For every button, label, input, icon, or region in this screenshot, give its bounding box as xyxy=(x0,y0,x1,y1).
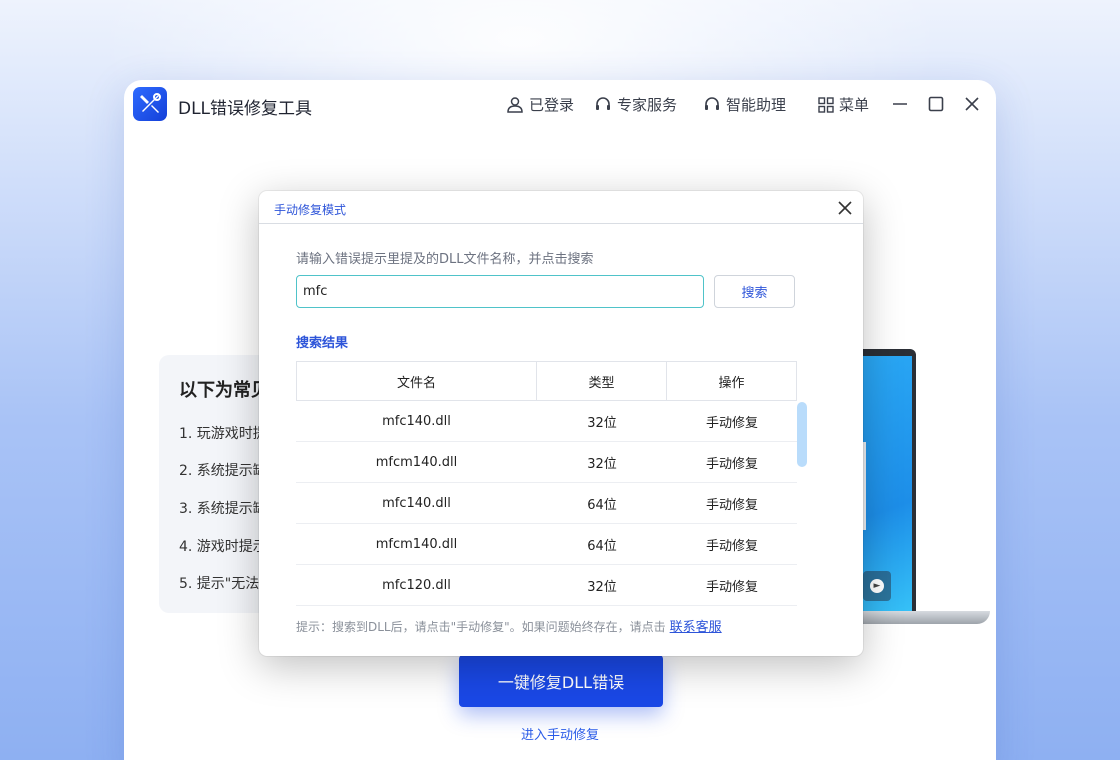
cell-type: 32位 xyxy=(587,415,617,431)
results-title: 搜索结果 xyxy=(296,336,349,351)
manual-repair-dialog: 手动修复模式 请输入错误提示里提及的DLL文件名称，并点击搜索 搜索 搜索结果 … xyxy=(259,191,863,656)
menu-label: 菜单 xyxy=(839,96,870,114)
dialog-close-button[interactable] xyxy=(835,198,855,218)
dll-search-input[interactable] xyxy=(296,275,704,308)
expert-service-button[interactable]: 专家服务 xyxy=(594,94,677,115)
headset-icon xyxy=(705,96,719,110)
table-row: mfc140.dll 64位 手动修复 xyxy=(296,483,797,524)
column-header-type: 类型 xyxy=(537,361,667,401)
close-icon xyxy=(965,97,979,111)
app-title: DLL错误修复工具 xyxy=(178,99,313,119)
common-error-item: 2. 系统提示缺 xyxy=(179,463,267,479)
cell-type: 32位 xyxy=(587,579,617,595)
column-header-action: 操作 xyxy=(667,361,797,401)
carousel-next-button[interactable]: ► xyxy=(863,571,891,601)
table-row: mfc120.dll 32位 手动修复 xyxy=(296,565,797,606)
common-errors-heading: 以下为常见 xyxy=(179,380,269,401)
cell-filename: mfcm140.dll xyxy=(375,454,458,470)
smart-assistant-button[interactable]: 智能助理 xyxy=(703,94,786,115)
cell-type: 64位 xyxy=(587,497,617,513)
column-header-filename: 文件名 xyxy=(296,361,537,401)
common-error-item: 3. 系统提示缺 xyxy=(179,501,267,517)
maximize-icon xyxy=(928,96,944,112)
common-error-item: 5. 提示"无法 xyxy=(179,576,260,592)
table-body: mfc140.dll 32位 手动修复 mfcm140.dll 32位 手动修复… xyxy=(296,401,797,606)
results-scrollbar[interactable] xyxy=(797,402,807,467)
manual-repair-action[interactable]: 手动修复 xyxy=(667,483,797,523)
cell-filename: mfc140.dll xyxy=(382,495,451,511)
cell-filename: mfc120.dll xyxy=(382,577,451,593)
login-status-button[interactable]: 已登录 xyxy=(506,94,574,115)
grid-icon xyxy=(818,96,834,113)
titlebar: DLL错误修复工具 已登录 专家服务 智能助理 菜单 xyxy=(124,80,996,128)
contact-support-link[interactable]: 联系客服 xyxy=(670,620,722,635)
headset-icon xyxy=(596,96,610,110)
tools-icon xyxy=(140,93,161,113)
cell-filename: mfcm140.dll xyxy=(375,536,458,552)
table-header: 文件名 类型 操作 xyxy=(296,361,797,401)
search-button[interactable]: 搜索 xyxy=(714,275,795,308)
chevron-right-icon: ► xyxy=(870,579,884,593)
smart-assistant-label: 智能助理 xyxy=(726,96,787,114)
one-click-repair-button[interactable]: 一键修复DLL错误 xyxy=(459,655,663,707)
manual-repair-action[interactable]: 手动修复 xyxy=(667,524,797,564)
cell-filename: mfc140.dll xyxy=(382,413,451,429)
app-logo xyxy=(133,87,167,121)
common-error-item: 1. 玩游戏时提 xyxy=(179,426,267,442)
menu-button[interactable]: 菜单 xyxy=(818,94,869,115)
close-button[interactable] xyxy=(960,92,984,116)
manual-repair-action[interactable]: 手动修复 xyxy=(667,442,797,482)
cell-type: 64位 xyxy=(587,538,617,554)
expert-service-label: 专家服务 xyxy=(617,96,678,114)
dialog-hint: 提示：搜索到DLL后，请点击"手动修复"。如果问题始终存在，请点击 联系客服 xyxy=(296,616,722,635)
table-row: mfcm140.dll 64位 手动修复 xyxy=(296,524,797,565)
user-icon xyxy=(507,96,523,113)
maximize-button[interactable] xyxy=(924,92,948,116)
table-row: mfc140.dll 32位 手动修复 xyxy=(296,401,797,442)
hint-text: 提示：搜索到DLL后，请点击"手动修复"。如果问题始终存在，请点击 xyxy=(296,620,666,634)
dialog-title: 手动修复模式 xyxy=(274,203,347,217)
common-error-item: 4. 游戏时提示 xyxy=(179,539,267,555)
manual-repair-link[interactable]: 进入手动修复 xyxy=(521,724,599,743)
table-row: mfcm140.dll 32位 手动修复 xyxy=(296,442,797,483)
minimize-button[interactable] xyxy=(888,92,912,116)
cell-type: 32位 xyxy=(587,456,617,472)
dialog-header: 手动修复模式 xyxy=(259,191,863,224)
search-prompt: 请输入错误提示里提及的DLL文件名称，并点击搜索 xyxy=(296,252,594,267)
login-status-label: 已登录 xyxy=(529,96,575,114)
close-icon xyxy=(838,201,852,215)
minimize-icon xyxy=(893,103,907,105)
manual-repair-action[interactable]: 手动修复 xyxy=(667,565,797,605)
manual-repair-action[interactable]: 手动修复 xyxy=(667,401,797,441)
